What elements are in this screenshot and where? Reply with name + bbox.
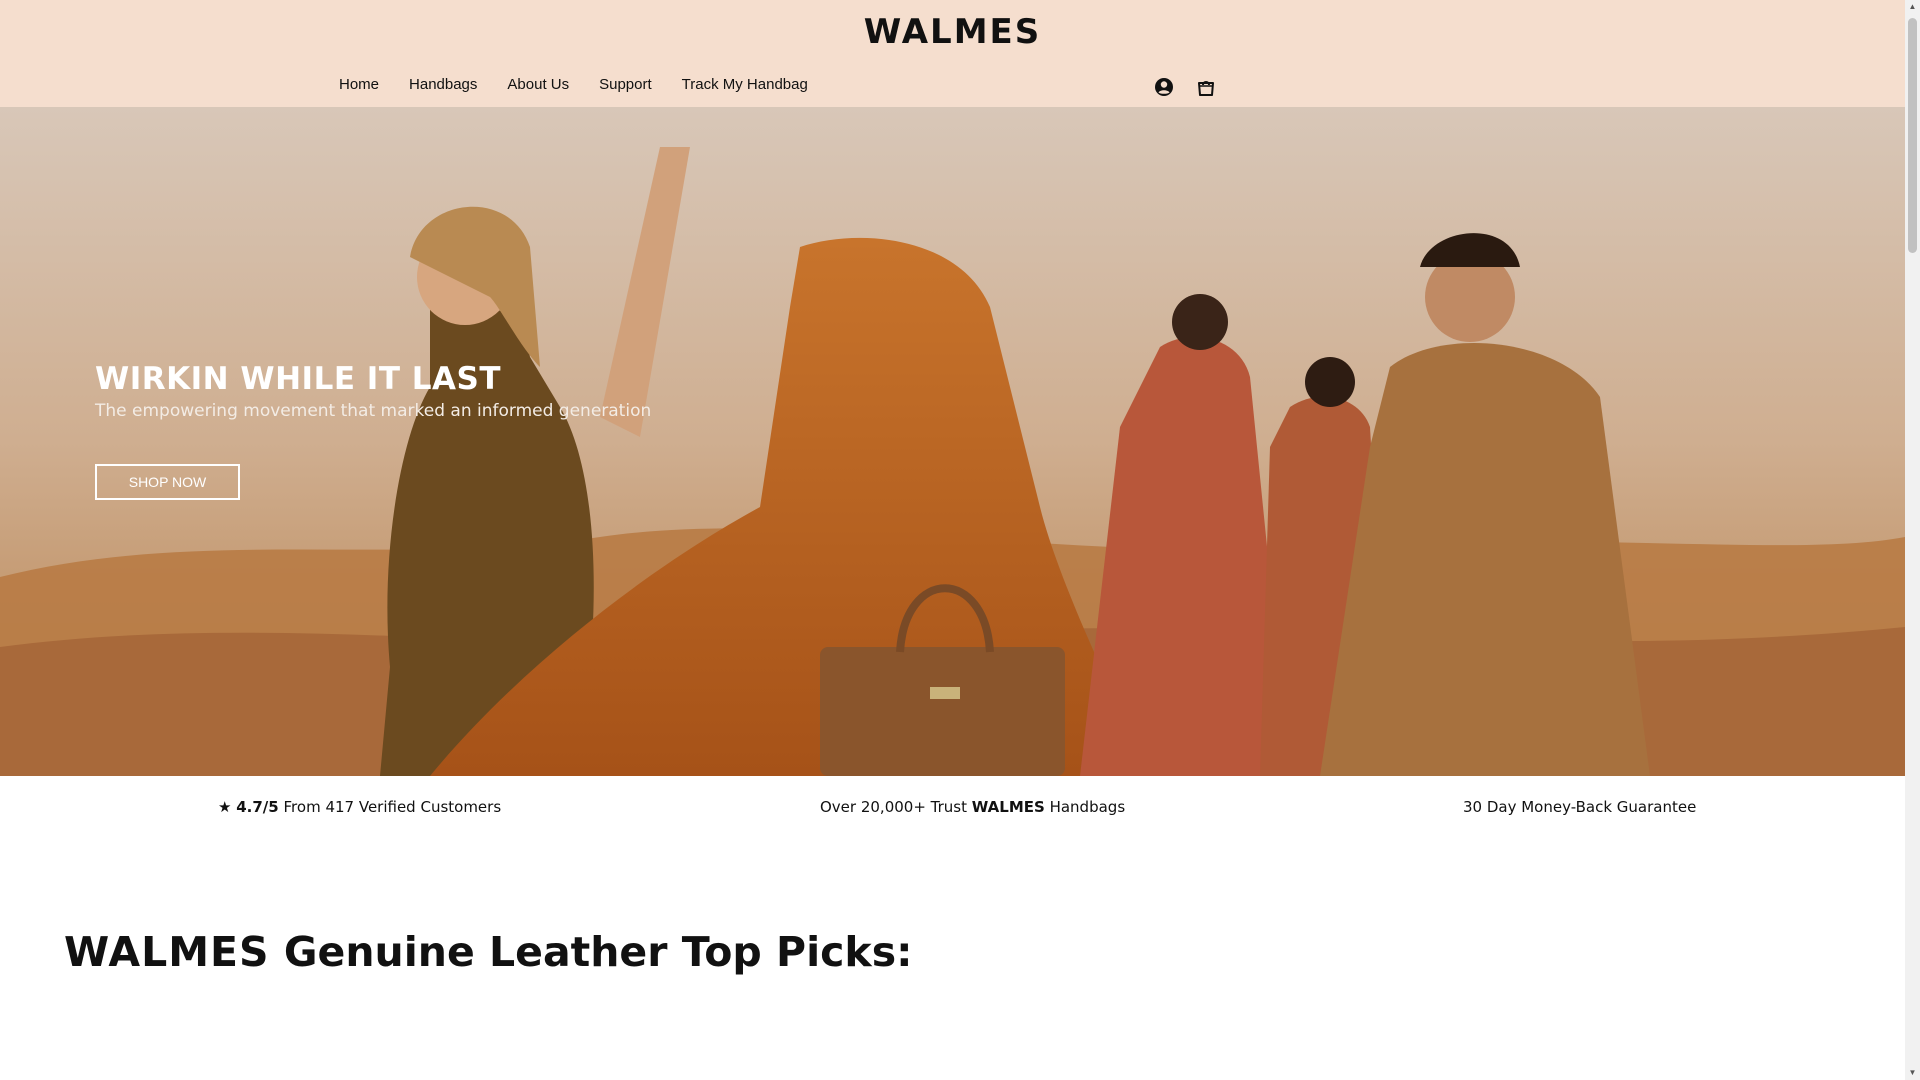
scroll-down-icon[interactable]: ▼ bbox=[1908, 1068, 1917, 1077]
hero-banner: WIRKIN WHILE IT LAST The empowering move… bbox=[0, 107, 1905, 776]
trust-prefix: Over 20,000+ Trust bbox=[820, 798, 967, 816]
header-icons bbox=[1153, 76, 1217, 98]
trust-brand: WALMES bbox=[971, 798, 1045, 816]
scroll-up-icon[interactable]: ▲ bbox=[1908, 2, 1917, 11]
nav-track-my-handbag[interactable]: Track My Handbag bbox=[682, 76, 808, 93]
rating-text: From 417 Verified Customers bbox=[283, 798, 502, 816]
shopping-bag-icon[interactable] bbox=[1195, 76, 1217, 98]
trust-suffix: Handbags bbox=[1049, 798, 1126, 816]
brand-logo[interactable]: WALMES bbox=[0, 12, 1905, 52]
account-icon[interactable] bbox=[1153, 76, 1175, 98]
scroll-thumb[interactable] bbox=[1908, 18, 1917, 253]
nav-about-us[interactable]: About Us bbox=[507, 76, 569, 93]
main-nav: Home Handbags About Us Support Track My … bbox=[339, 76, 838, 93]
shop-now-button[interactable]: SHOP NOW bbox=[95, 464, 240, 500]
rating-value: 4.7/5 bbox=[236, 798, 279, 816]
nav-home[interactable]: Home bbox=[339, 76, 379, 93]
section-heading: Genuine Leather Top Picks: bbox=[283, 928, 913, 976]
hero-subtitle: The empowering movement that marked an i… bbox=[95, 401, 652, 421]
hero-image bbox=[0, 107, 1905, 776]
guarantee-text: 30 Day Money-Back Guarantee bbox=[1463, 798, 1697, 816]
hero-title: WIRKIN WHILE IT LAST bbox=[95, 361, 501, 397]
vertical-scrollbar[interactable]: ▲ ▼ bbox=[1905, 0, 1920, 1080]
nav-support[interactable]: Support bbox=[599, 76, 652, 93]
section-title: WALMES Genuine Leather Top Picks: bbox=[64, 928, 913, 976]
rating-badge: ★ 4.7/5 From 417 Verified Customers bbox=[218, 798, 501, 816]
section-brand: WALMES bbox=[64, 928, 270, 976]
trust-bar: ★ 4.7/5 From 417 Verified Customers Over… bbox=[0, 776, 1905, 836]
site-header: WALMES Home Handbags About Us Support Tr… bbox=[0, 0, 1905, 107]
nav-handbags[interactable]: Handbags bbox=[409, 76, 477, 93]
trust-count: Over 20,000+ Trust WALMES Handbags bbox=[820, 798, 1125, 816]
star-icon: ★ bbox=[218, 798, 232, 816]
